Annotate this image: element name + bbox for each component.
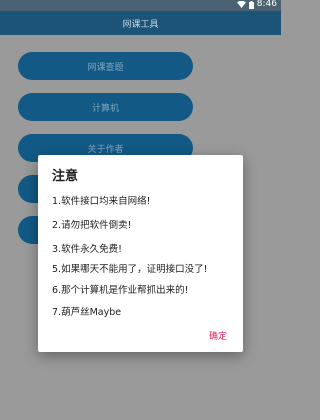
dialog-line: 5.如果哪天不能用了，证明接口没了! — [52, 264, 208, 275]
dialog-line: 1.软件接口均来自网络! — [52, 196, 151, 207]
wifi-icon — [236, 1, 246, 8]
status-icons: 8:46 — [236, 0, 277, 10]
dialog-line: 2.请勿把软件倒卖! — [52, 220, 132, 231]
battery-icon — [248, 0, 254, 9]
app-title: 网课工具 — [122, 19, 159, 30]
search-questions-button[interactable]: 网课查题 — [18, 52, 193, 80]
dialog-line: 6.那个计算机是作业帮抓出来的! — [52, 285, 189, 296]
status-time: 8:46 — [256, 0, 277, 9]
dialog-line: 7.葫芦丝Maybe — [52, 307, 122, 318]
ok-button[interactable]: 确定 — [209, 329, 227, 342]
calculator-button[interactable]: 计算机 — [18, 93, 193, 121]
app-bar: 网课工具 — [0, 11, 281, 35]
dialog-line: 3.软件永久免费! — [52, 244, 122, 255]
notice-dialog: 注意 1.软件接口均来自网络! 2.请勿把软件倒卖! 3.软件永久免费! 5.如… — [38, 155, 243, 352]
status-bar: 8:46 — [0, 0, 281, 11]
dialog-title: 注意 — [52, 169, 79, 184]
